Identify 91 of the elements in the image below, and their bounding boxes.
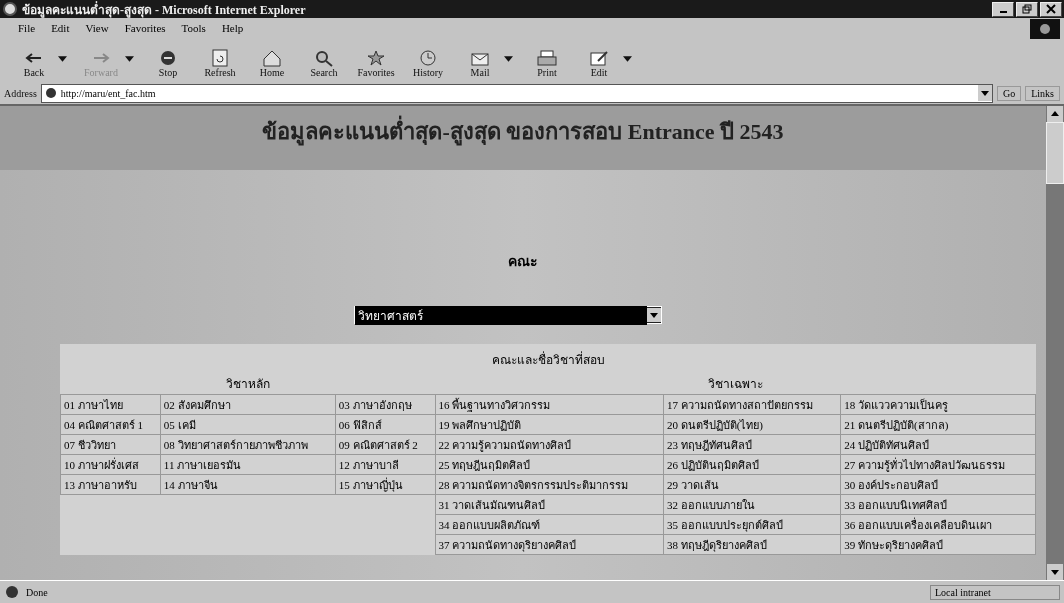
page-icon bbox=[44, 87, 57, 99]
table-cell: 17 ความถนัดทางสถาปัตยกรรม bbox=[663, 394, 841, 415]
scroll-down-icon[interactable] bbox=[1046, 564, 1064, 580]
toolbar-button[interactable]: Refresh bbox=[196, 49, 244, 78]
table-cell: 02 สังคมศึกษา bbox=[160, 394, 336, 415]
toolbar-button[interactable]: History bbox=[404, 49, 452, 78]
table-cell: 38 ทฤษฎีดุริยางคศิลป์ bbox=[663, 534, 841, 555]
column-group-header: วิชาหลัก bbox=[60, 373, 436, 395]
scroll-thumb[interactable] bbox=[1046, 122, 1064, 184]
menu-item[interactable]: File bbox=[18, 22, 36, 34]
faculty-label: คณะ bbox=[507, 253, 539, 271]
table-cell: 19 พลศึกษาปฏิบัติ bbox=[435, 414, 664, 435]
search-icon bbox=[313, 49, 335, 67]
table-cell: 16 พื้นฐานทางวิศวกรรม bbox=[435, 394, 664, 415]
menu-item[interactable]: View bbox=[85, 22, 109, 34]
status-text: Done bbox=[26, 586, 49, 598]
restore-button[interactable] bbox=[1016, 1, 1038, 17]
toolbar-button[interactable]: Edit bbox=[575, 49, 623, 78]
faculty-select[interactable]: วิทยาศาสตร์ bbox=[354, 306, 662, 324]
table-cell: 04 คณิตศาสตร์ 1 bbox=[60, 414, 161, 435]
table-cell: 31 วาดเส้นมัณฑนศิลป์ bbox=[435, 494, 664, 515]
table-cell: 21 ดนตรีปฏิบัติ(สากล) bbox=[840, 414, 1036, 435]
browser-logo-icon bbox=[4, 584, 20, 600]
favorites-icon bbox=[365, 49, 387, 67]
page-heading: ข้อมูลคะแนนต่ำสุด-สูงสุด ของการสอบ Entrance ปี 2543 bbox=[262, 114, 784, 170]
menu-item[interactable]: Tools bbox=[181, 22, 206, 34]
table-cell: 18 วัดแววความเป็นครู bbox=[840, 394, 1036, 415]
dropdown-arrow-icon[interactable] bbox=[58, 56, 67, 62]
table-cell: 13 ภาษาอาหรับ bbox=[60, 474, 161, 495]
table-cell: 07 ชีววิทยา bbox=[60, 434, 161, 455]
table-cell: 03 ภาษาอังกฤษ bbox=[335, 394, 436, 415]
links-button[interactable]: Links bbox=[1025, 85, 1060, 101]
printer-icon bbox=[536, 49, 558, 67]
restore-icon bbox=[1022, 4, 1032, 14]
minimize-button[interactable] bbox=[992, 1, 1014, 17]
toolbar-button[interactable]: Print bbox=[523, 49, 571, 78]
address-field[interactable]: http://maru/ent_fac.htm bbox=[40, 83, 993, 103]
table-cell: 34 ออกแบบผลิตภัณฑ์ bbox=[435, 514, 664, 535]
table-cell: 10 ภาษาฝรั่งเศส bbox=[60, 454, 161, 475]
scroll-up-icon[interactable] bbox=[1046, 106, 1064, 122]
table-cell: 32 ออกแบบภายใน bbox=[663, 494, 841, 515]
toolbar-button[interactable]: Home bbox=[248, 49, 296, 78]
menu-item[interactable]: Edit bbox=[51, 22, 70, 34]
table-cell: 20 ดนตรีปฏิบัติ(ไทย) bbox=[663, 414, 841, 435]
home-icon bbox=[261, 49, 283, 67]
history-icon bbox=[417, 49, 439, 67]
go-button[interactable]: Go bbox=[997, 85, 1022, 101]
toolbar-button[interactable]: Search bbox=[300, 49, 348, 78]
table-cell: 37 ความถนัดทางดุริยางคศิลป์ bbox=[435, 534, 664, 555]
table-cell: 14 ภาษาจีน bbox=[160, 474, 336, 495]
toolbar-button[interactable]: Stop bbox=[144, 49, 192, 78]
table-cell: 28 ความถนัดทางจิตรกรรมประติมากรรม bbox=[435, 474, 664, 495]
table-cell: 25 ทฤษฎีนฤมิตศิลป์ bbox=[435, 454, 664, 475]
table-cell: 39 ทักษะดุริยางคศิลป์ bbox=[840, 534, 1036, 555]
toolbar-button[interactable]: Back bbox=[10, 49, 58, 78]
toolbar-button[interactable]: Favorites bbox=[352, 49, 400, 78]
column-group-header: วิชาเฉพาะ bbox=[435, 373, 1036, 395]
dropdown-arrow-icon[interactable] bbox=[623, 56, 632, 62]
toolbar-button[interactable]: Mail bbox=[456, 49, 504, 78]
table-cell: 27 ความรู้ทั่วไปทางศิลปวัฒนธรรม bbox=[840, 454, 1036, 475]
window-title: ข้อมูลคะแนนต่ำสุด-สูงสุด - Microsoft Internet Explorer bbox=[22, 0, 307, 19]
table-cell: 23 ทฤษฎีทัศนศิลป์ bbox=[663, 434, 841, 455]
table-cell: 29 วาดเส้น bbox=[663, 474, 841, 495]
table-cell: 35 ออกแบบประยุกต์ศิลป์ bbox=[663, 514, 841, 535]
table-caption: คณะและชื่อวิชาที่สอบ bbox=[490, 350, 606, 369]
table-cell: 06 ฟิสิกส์ bbox=[335, 414, 436, 435]
table-cell: 11 ภาษาเยอรมัน bbox=[160, 454, 336, 475]
table-cell: 33 ออกแบบนิเทศศิลป์ bbox=[840, 494, 1036, 515]
table-cell: 01 ภาษาไทย bbox=[60, 394, 161, 415]
minimize-icon bbox=[999, 11, 1007, 13]
table-cell: 12 ภาษาบาลี bbox=[335, 454, 436, 475]
menu-item[interactable]: Favorites bbox=[124, 22, 166, 34]
scrollbar[interactable] bbox=[1046, 106, 1064, 580]
edit-icon bbox=[588, 49, 610, 67]
address-label: Address bbox=[4, 87, 37, 99]
dropdown-arrow-icon[interactable] bbox=[504, 56, 513, 62]
table-cell: 36 ออกแบบเครื่องเคลือบดินเผา bbox=[840, 514, 1036, 535]
table-cell: 22 ความรู้ความถนัดทางศิลป์ bbox=[435, 434, 664, 455]
table-cell: 08 วิทยาศาสตร์กายภาพชีวภาพ bbox=[160, 434, 336, 455]
table-cell: 26 ปฏิบัตินฤมิตศิลป์ bbox=[663, 454, 841, 475]
table-cell: 15 ภาษาญี่ปุ่น bbox=[335, 474, 436, 495]
menu-item[interactable]: Help bbox=[221, 22, 244, 34]
zone-indicator: Local intranet bbox=[930, 584, 1060, 600]
table-cell: 09 คณิตศาสตร์ 2 bbox=[335, 434, 436, 455]
browser-logo-icon bbox=[2, 1, 18, 17]
close-icon bbox=[1046, 4, 1056, 14]
table-cell: 30 องค์ประกอบศิลป์ bbox=[840, 474, 1036, 495]
close-button[interactable] bbox=[1040, 1, 1062, 17]
table-cell: 05 เคมี bbox=[160, 414, 336, 435]
table-cell: 24 ปฏิบัติทัศนศิลป์ bbox=[840, 434, 1036, 455]
refresh-icon bbox=[209, 49, 231, 67]
